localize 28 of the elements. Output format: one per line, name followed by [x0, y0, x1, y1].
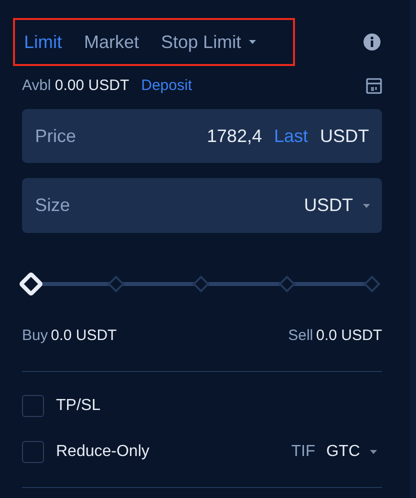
calculator-icon[interactable] [366, 78, 382, 94]
order-type-tab[interactable]: Market [84, 28, 140, 56]
checkbox[interactable] [22, 394, 44, 416]
price-value: 1782,4 [206, 124, 262, 148]
price-unit: USDT [320, 124, 369, 148]
option-label: TP/SL [56, 396, 100, 416]
unit-dropdown[interactable]: USDT [304, 192, 371, 219]
caret-icon [362, 202, 371, 208]
buy-label: Buy [22, 326, 48, 346]
order-type-tab[interactable]: Limit [24, 28, 62, 56]
last-price-link[interactable]: Last [274, 122, 308, 150]
caret-icon [369, 448, 378, 454]
size-field[interactable]: Size USDT [22, 178, 382, 233]
order-type-tab[interactable]: Stop Limit [161, 28, 258, 56]
size-label: Size [35, 194, 70, 217]
price-field[interactable]: Price 1782,4 Last USDT [22, 109, 382, 163]
sell-amount: 0.0 USDT [316, 326, 382, 346]
tif-dropdown[interactable]: GTC [326, 440, 378, 464]
price-label: Price [35, 124, 76, 148]
tif-label: TIF [291, 442, 316, 462]
checkbox[interactable] [22, 440, 44, 462]
buy-amount: 0.0 USDT [50, 326, 117, 346]
option-label: Reduce-Only [56, 442, 150, 462]
available-label: Avbl [22, 76, 51, 96]
deposit-link[interactable]: Deposit [141, 74, 192, 98]
available-balance: 0.00 USDT [54, 76, 130, 96]
info-icon[interactable] [363, 33, 381, 51]
sell-label: Sell [288, 326, 314, 346]
